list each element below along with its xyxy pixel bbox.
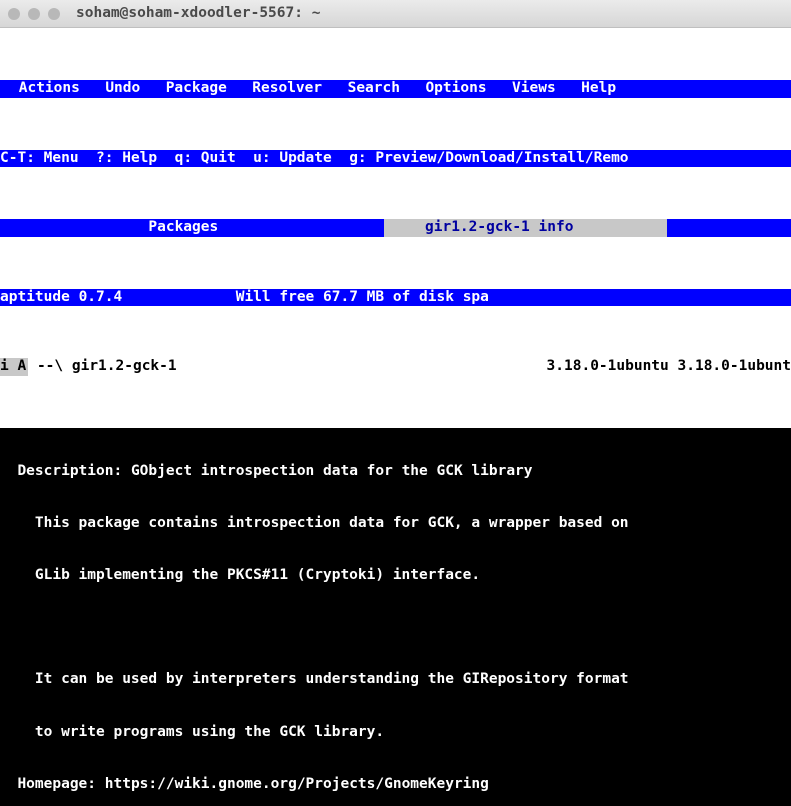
window-title: soham@soham-xdoodler-5567: ~ xyxy=(76,5,783,22)
window-minimize-icon[interactable] xyxy=(28,8,40,20)
description-text: This package contains introspection data… xyxy=(0,515,791,532)
menu-undo[interactable]: Undo xyxy=(103,80,142,97)
package-name: gir1.2-gck-1 xyxy=(72,358,177,375)
window-close-icon[interactable] xyxy=(8,8,20,20)
disk-status: Will free 67.7 MB of disk spa xyxy=(236,289,489,305)
homepage-value: https://wiki.gnome.org/Projects/GnomeKey… xyxy=(96,776,489,792)
package-state-flags: i A xyxy=(0,358,28,375)
app-version: aptitude 0.7.4 xyxy=(0,289,122,305)
header-split-row: Packages gir1.2-gck-1 info xyxy=(0,219,791,236)
description-label: Description: xyxy=(17,463,122,479)
description-value: GObject introspection data for the GCK l… xyxy=(122,463,532,479)
menu-help[interactable]: Help xyxy=(579,80,618,97)
terminal[interactable]: Actions Undo Package Resolver Search Opt… xyxy=(0,28,791,806)
description-text: It can be used by interpreters understan… xyxy=(0,671,791,688)
package-detail-pane[interactable]: Description: GObject introspection data … xyxy=(0,428,791,806)
homepage-label: Homepage: xyxy=(17,776,96,792)
window-maximize-icon[interactable] xyxy=(48,8,60,20)
description-text: to write programs using the GCK library. xyxy=(0,724,791,741)
menu-actions-label[interactable]: Actions xyxy=(17,80,82,97)
window-titlebar: soham@soham-xdoodler-5567: ~ xyxy=(0,0,791,28)
menu-resolver[interactable]: Resolver xyxy=(250,80,324,97)
package-candidate-version: 3.18.0-1ubunt xyxy=(678,358,791,375)
tree-branch-icon: --\ xyxy=(37,358,72,375)
menu-search[interactable]: Search xyxy=(346,80,402,97)
status-bar: aptitude 0.7.4 Will free 67.7 MB of disk… xyxy=(0,289,791,306)
package-installed-version: 3.18.0-1ubuntu xyxy=(547,358,669,375)
packages-header: Packages xyxy=(148,219,218,236)
package-row[interactable]: i A --\ gir1.2-gck-1 3.18.0-1ubuntu 3.18… xyxy=(0,358,791,375)
menu-package[interactable]: Package xyxy=(164,80,229,97)
menu-bar: Actions Undo Package Resolver Search Opt… xyxy=(0,80,791,97)
info-header: gir1.2-gck-1 info xyxy=(384,219,667,236)
menu-actions[interactable] xyxy=(4,80,17,97)
menu-options[interactable]: Options xyxy=(423,80,488,97)
key-hint-bar: C-T: Menu ?: Help q: Quit u: Update g: P… xyxy=(0,150,791,167)
menu-views[interactable]: Views xyxy=(510,80,558,97)
description-text: GLib implementing the PKCS#11 (Cryptoki)… xyxy=(0,567,791,584)
key-hints: C-T: Menu ?: Help q: Quit u: Update g: P… xyxy=(0,150,629,166)
